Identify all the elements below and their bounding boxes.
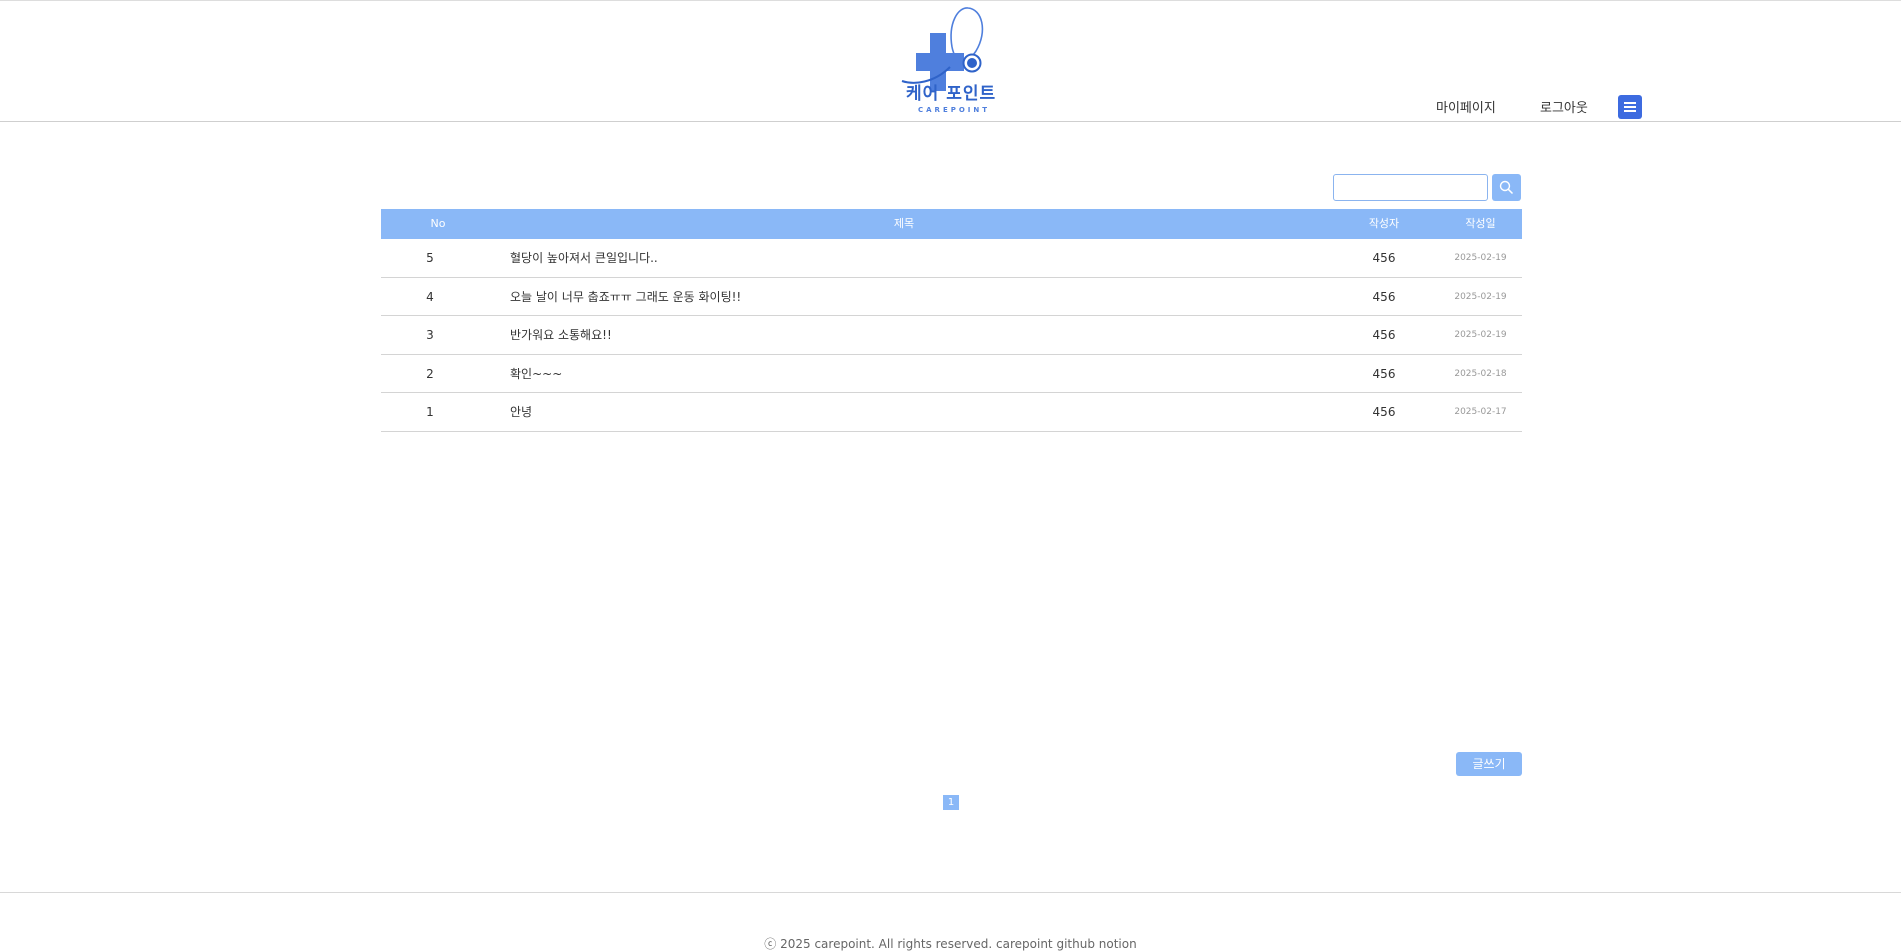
write-post-button[interactable]: 글쓰기: [1456, 752, 1522, 776]
post-number: 2: [426, 366, 434, 381]
post-title[interactable]: 혈당이 높아져서 큰일입니다..: [510, 239, 658, 277]
post-author: 456: [1372, 405, 1396, 420]
footer-divider: [0, 892, 1901, 893]
post-number: 3: [426, 328, 434, 343]
site-header: 케어 포인트 CAREPOINT 마이페이지 로그아웃: [0, 0, 1901, 122]
nav-logout-link[interactable]: 로그아웃: [1540, 97, 1588, 116]
post-date: 2025-02-17: [1454, 407, 1507, 418]
table-row[interactable]: 3 반가워요 소통해요!! 456 2025-02-19: [381, 316, 1522, 355]
post-author: 456: [1372, 328, 1396, 343]
search-button[interactable]: [1492, 174, 1521, 201]
table-row[interactable]: 5 혈당이 높아져서 큰일입니다.. 456 2025-02-19: [381, 239, 1522, 278]
pagination-page-1[interactable]: 1: [943, 795, 959, 810]
search-input[interactable]: [1333, 174, 1488, 201]
logo-text-english: CAREPOINT: [918, 106, 991, 114]
board-header-row: No 제목 작성자 작성일: [381, 209, 1522, 239]
post-date: 2025-02-19: [1454, 330, 1507, 341]
table-row[interactable]: 2 확인~~~ 456 2025-02-18: [381, 355, 1522, 394]
post-date: 2025-02-19: [1454, 291, 1507, 302]
post-title[interactable]: 안녕: [510, 393, 532, 431]
post-author: 456: [1372, 366, 1396, 381]
post-date: 2025-02-18: [1454, 368, 1507, 379]
table-row[interactable]: 4 오늘 날이 너무 춥죠ㅠㅠ 그래도 운동 화이팅!! 456 2025-02…: [381, 278, 1522, 317]
column-header-date: 작성일: [1465, 217, 1496, 230]
post-title[interactable]: 확인~~~: [510, 355, 562, 393]
column-header-no: No: [430, 217, 446, 230]
board-table: No 제목 작성자 작성일 5 혈당이 높아져서 큰일입니다.. 456 202…: [381, 209, 1522, 432]
post-number: 1: [426, 405, 434, 420]
post-number: 5: [426, 251, 434, 265]
logo-text-korean: 케어 포인트: [906, 84, 997, 104]
post-date: 2025-02-19: [1454, 253, 1507, 263]
post-title[interactable]: 반가워요 소통해요!!: [510, 316, 612, 354]
hamburger-menu-icon[interactable]: [1618, 95, 1642, 119]
nav-mypage-link[interactable]: 마이페이지: [1436, 97, 1496, 116]
search-icon: [1499, 180, 1514, 195]
site-footer: ⓒ 2025 carepoint. All rights reserved. c…: [0, 935, 1901, 952]
column-header-author: 작성자: [1368, 217, 1400, 230]
column-header-title: 제목: [893, 217, 915, 230]
post-title[interactable]: 오늘 날이 너무 춥죠ㅠㅠ 그래도 운동 화이팅!!: [510, 278, 741, 316]
table-row[interactable]: 1 안녕 456 2025-02-17: [381, 393, 1522, 432]
post-author: 456: [1372, 289, 1396, 304]
carepoint-logo[interactable]: 케어 포인트 CAREPOINT: [896, 3, 1006, 119]
post-author: 456: [1372, 251, 1396, 265]
post-number: 4: [426, 289, 434, 304]
